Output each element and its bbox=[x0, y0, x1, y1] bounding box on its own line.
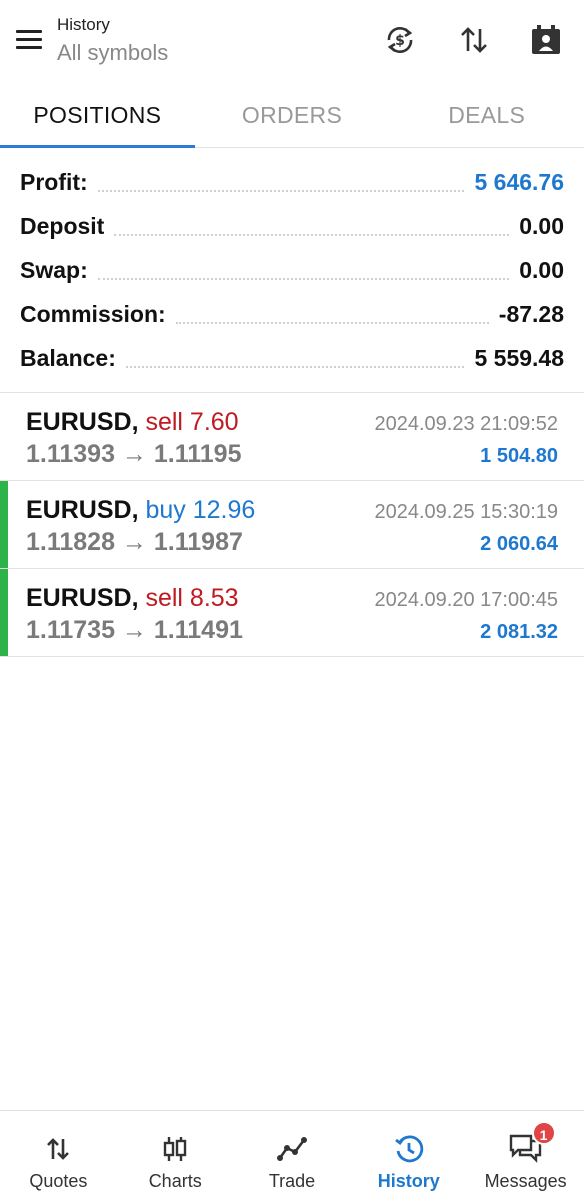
position-type: buy 12.96 bbox=[145, 496, 256, 524]
position-profit: 2 081.32 bbox=[480, 621, 558, 643]
position-time: 2024.09.20 17:00:45 bbox=[374, 589, 558, 611]
position-time: 2024.09.25 15:30:19 bbox=[374, 501, 558, 523]
nav-label: Messages bbox=[484, 1171, 567, 1191]
balance-label: Balance: bbox=[20, 344, 126, 372]
trade-icon bbox=[274, 1131, 310, 1167]
nav-charts[interactable]: Charts bbox=[117, 1111, 234, 1200]
quotes-icon bbox=[40, 1131, 76, 1167]
app-header: History All symbols $ bbox=[0, 0, 584, 82]
position-profit: 1 504.80 bbox=[480, 445, 558, 467]
position-type: sell 8.53 bbox=[145, 584, 239, 612]
tab-orders[interactable]: ORDERS bbox=[195, 82, 390, 147]
list-item[interactable]: EURUSD, sell 7.60 1.11393 → 1.11195 2024… bbox=[0, 393, 584, 481]
title-block: History All symbols bbox=[57, 14, 168, 68]
menu-icon[interactable] bbox=[14, 28, 44, 52]
position-profit: 2 060.64 bbox=[480, 533, 558, 555]
sort-icon[interactable] bbox=[454, 20, 494, 60]
position-prices: 1.11393 → 1.11195 bbox=[26, 440, 242, 468]
nav-trade[interactable]: Trade bbox=[234, 1111, 351, 1200]
profit-value: 5 646.76 bbox=[464, 168, 564, 196]
svg-text:$: $ bbox=[395, 33, 405, 49]
summary-row-balance: Balance: 5 559.48 bbox=[20, 336, 564, 380]
position-header: EURUSD, sell 7.60 bbox=[26, 407, 239, 437]
nav-label: Charts bbox=[148, 1171, 202, 1191]
dotted-leader bbox=[175, 292, 489, 336]
position-header: EURUSD, buy 12.96 bbox=[26, 495, 255, 525]
summary-row-deposit: Deposit 0.00 bbox=[20, 204, 564, 248]
nav-messages[interactable]: 1 Messages bbox=[467, 1111, 584, 1200]
position-symbol: EURUSD, bbox=[26, 584, 139, 612]
position-prices: 1.11828 → 1.11987 bbox=[26, 528, 243, 556]
sync-icon[interactable]: $ bbox=[380, 20, 420, 60]
nav-history[interactable]: History bbox=[350, 1111, 467, 1200]
dotted-leader bbox=[97, 248, 510, 292]
swap-label: Swap: bbox=[20, 256, 98, 284]
unread-badge: 1 bbox=[531, 1121, 556, 1145]
dotted-leader bbox=[114, 204, 510, 248]
page-title: History bbox=[57, 15, 110, 34]
tab-positions[interactable]: POSITIONS bbox=[0, 82, 195, 148]
history-icon bbox=[391, 1131, 427, 1167]
position-symbol: EURUSD, bbox=[26, 496, 139, 524]
position-prices: 1.11735 → 1.11491 bbox=[26, 616, 243, 644]
messages-icon: 1 bbox=[508, 1121, 556, 1167]
summary-row-swap: Swap: 0.00 bbox=[20, 248, 564, 292]
tab-bar: POSITIONS ORDERS DEALS bbox=[0, 82, 584, 148]
commission-label: Commission: bbox=[20, 300, 176, 328]
nav-label: History bbox=[377, 1171, 440, 1191]
profit-indicator-bar bbox=[0, 481, 8, 568]
list-item[interactable]: EURUSD, sell 8.53 1.11735 → 1.11491 2024… bbox=[0, 569, 584, 657]
position-type: sell 7.60 bbox=[145, 408, 239, 436]
position-time: 2024.09.23 21:09:52 bbox=[374, 413, 558, 435]
bottom-nav: Quotes Charts Trade History 1 Messages bbox=[0, 1110, 584, 1200]
deposit-value: 0.00 bbox=[509, 212, 564, 240]
positions-list: EURUSD, sell 7.60 1.11393 → 1.11195 2024… bbox=[0, 393, 584, 657]
balance-value: 5 559.48 bbox=[464, 344, 564, 372]
tab-deals[interactable]: DEALS bbox=[389, 82, 584, 147]
summary-panel: Profit: 5 646.76 Deposit 0.00 Swap: 0.00… bbox=[20, 160, 564, 380]
dotted-leader bbox=[97, 160, 465, 204]
nav-quotes[interactable]: Quotes bbox=[0, 1111, 117, 1200]
profit-label: Profit: bbox=[20, 168, 98, 196]
nav-label: Quotes bbox=[29, 1171, 88, 1191]
nav-label: Trade bbox=[268, 1171, 316, 1191]
position-header: EURUSD, sell 8.53 bbox=[26, 583, 239, 613]
position-symbol: EURUSD, bbox=[26, 408, 139, 436]
symbol-filter[interactable]: All symbols bbox=[57, 38, 168, 68]
summary-row-profit: Profit: 5 646.76 bbox=[20, 160, 564, 204]
swap-value: 0.00 bbox=[509, 256, 564, 284]
charts-icon bbox=[157, 1131, 193, 1167]
summary-row-commission: Commission: -87.28 bbox=[20, 292, 564, 336]
deposit-label: Deposit bbox=[20, 212, 115, 240]
calendar-icon[interactable] bbox=[526, 20, 566, 60]
commission-value: -87.28 bbox=[488, 300, 564, 328]
dotted-leader bbox=[125, 336, 465, 380]
list-item[interactable]: EURUSD, buy 12.96 1.11828 → 1.11987 2024… bbox=[0, 481, 584, 569]
profit-indicator-bar bbox=[0, 569, 8, 656]
